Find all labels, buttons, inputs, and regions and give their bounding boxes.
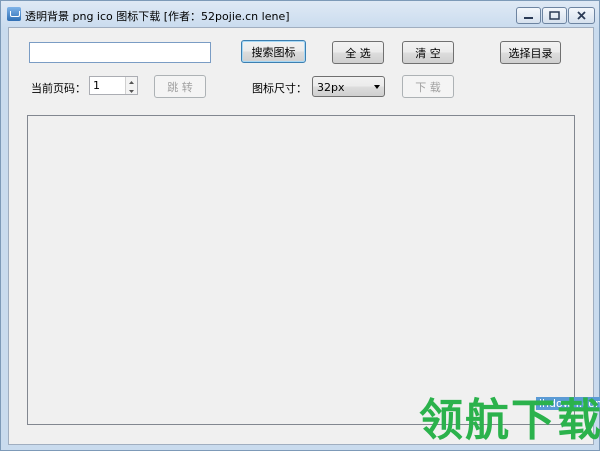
icon-size-value: 32px [317,81,345,94]
close-button[interactable] [568,7,595,24]
jump-button[interactable]: 跳 转 [154,75,206,98]
search-input[interactable] [29,42,211,63]
search-icons-button[interactable]: 搜索图标 [241,40,306,63]
stepper-arrows [125,77,137,94]
download-button[interactable]: 下 载 [402,75,454,98]
icon-results-panel[interactable] [27,115,575,425]
client-area: 搜索图标 全 选 清 空 选择目录 当前页码： 1 跳 转 图标尺寸： 32px… [8,27,594,445]
window-title: 透明背景 png ico 图标下载 [作者：52pojie.cn lene] [25,10,290,23]
minimize-icon [524,17,533,19]
icon-size-select[interactable]: 32px [312,76,385,97]
watermark-logo: 领航下载 [419,395,600,446]
close-icon [577,11,586,20]
clear-button[interactable]: 清 空 [402,41,454,64]
icon-size-label: 图标尺寸： [252,82,307,95]
app-window: 透明背景 png ico 图标下载 [作者：52pojie.cn lene] 搜… [0,0,600,451]
app-icon [7,7,21,21]
choose-directory-button[interactable]: 选择目录 [500,41,561,64]
page-value: 1 [93,79,100,92]
maximize-button[interactable] [542,7,567,24]
chevron-down-icon [374,85,380,89]
select-all-button[interactable]: 全 选 [332,41,384,64]
page-label: 当前页码： [31,82,86,95]
page-stepper[interactable]: 1 [89,76,138,95]
title-bar[interactable]: 透明背景 png ico 图标下载 [作者：52pojie.cn lene] [1,1,599,27]
spin-down-icon[interactable] [126,85,137,94]
minimize-button[interactable] [516,7,541,24]
maximize-icon [549,11,560,20]
